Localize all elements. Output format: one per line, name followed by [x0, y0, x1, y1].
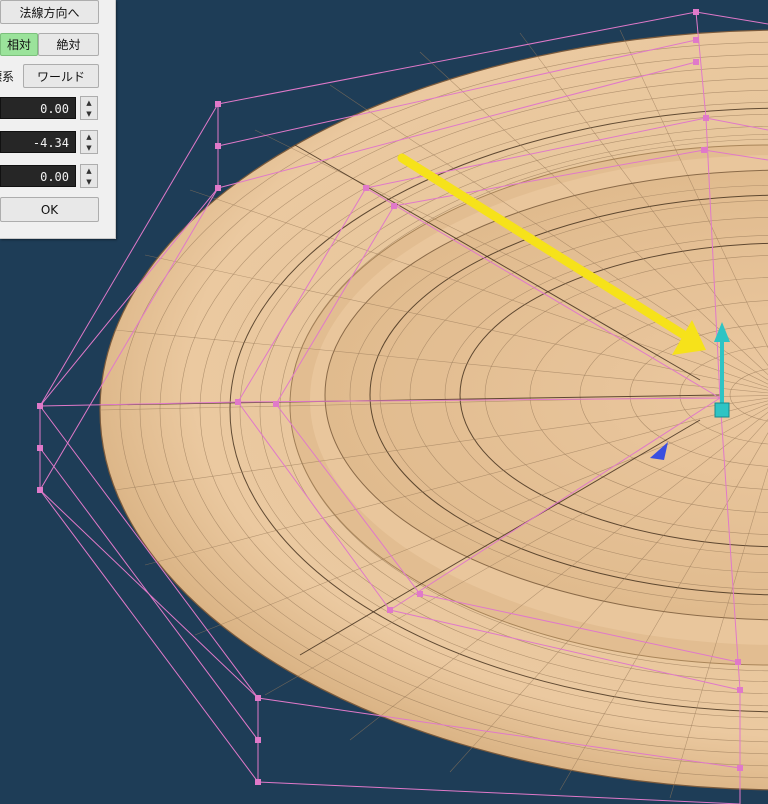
spin-up-icon[interactable]: ▲: [81, 131, 97, 142]
coordinate-system-label: 座標系: [0, 70, 15, 84]
spin-down-icon[interactable]: ▼: [81, 142, 97, 153]
spin-down-icon[interactable]: ▼: [81, 108, 97, 119]
x-value-field[interactable]: 0.00: [0, 97, 76, 119]
world-coordinate-button[interactable]: ワールド: [23, 64, 99, 88]
torus-mesh[interactable]: [99, 29, 768, 799]
gizmo-center-handle: [714, 402, 730, 418]
absolute-mode-toggle[interactable]: 絶対: [38, 33, 99, 56]
y-value-field[interactable]: -4.34: [0, 131, 76, 153]
spin-up-icon[interactable]: ▲: [81, 97, 97, 108]
normal-direction-button[interactable]: 法線方向へ: [0, 0, 99, 24]
spin-up-icon[interactable]: ▲: [81, 165, 97, 176]
numeric-input-panel: 法線方向へ 相対 絶対 座標系 ワールド 0.00 ▲ ▼ -4.34 ▲ ▼ …: [0, 0, 116, 239]
z-value-field[interactable]: 0.00: [0, 165, 76, 187]
z-value-spinner[interactable]: ▲ ▼: [80, 164, 98, 188]
spin-down-icon[interactable]: ▼: [81, 176, 97, 187]
x-value-spinner[interactable]: ▲ ▼: [80, 96, 98, 120]
y-value-spinner[interactable]: ▲ ▼: [80, 130, 98, 154]
ok-button[interactable]: OK: [0, 197, 99, 222]
relative-mode-toggle[interactable]: 相対: [0, 33, 38, 56]
